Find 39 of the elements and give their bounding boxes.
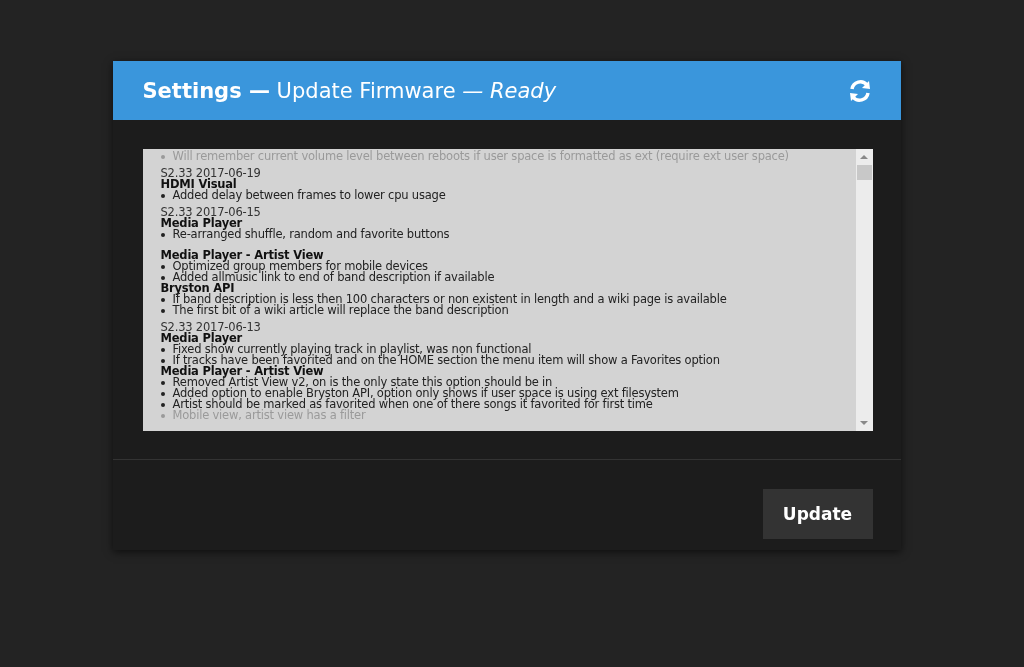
update-button[interactable]: Update [762, 489, 873, 539]
changelog-item: Added delay between frames to lower cpu usage [172, 190, 446, 201]
dialog-title: Settings — Update Firmware — Ready [142, 78, 557, 103]
section-heading: Media Player - Artist View [160, 366, 324, 377]
changelog-item: Mobile view, artist view has a filter [172, 410, 366, 421]
bullet-icon [160, 414, 165, 418]
bullet-icon [160, 348, 165, 352]
section-heading: Media Player [160, 218, 243, 229]
bullet-icon [160, 194, 165, 198]
version-date: S2.33 2017-06-19 [160, 168, 262, 179]
bullet-icon [160, 403, 165, 407]
changelog-item: Re-arranged shuffle, random and favorite buttons [172, 229, 450, 240]
bullet-icon [160, 359, 165, 363]
changelog-item: Added option to enable Bryston API, option only shows if user space is using ext filesystem [172, 388, 679, 399]
section-heading: Bryston API [160, 283, 235, 294]
changelog-item: Will remember current volume level between reboots if user space is formatted as ext (require ext user space) [172, 151, 789, 162]
changelog-item: If band description is less then 100 characters or non existent in length and a wiki page is available [172, 294, 727, 305]
changelog-item: Artist should be marked as favorited when one of there songs it favorited for first time [172, 399, 653, 410]
bullet-icon [160, 276, 165, 280]
bullet-icon [160, 309, 165, 313]
scrollbar[interactable] [855, 149, 873, 431]
section-heading: HDMI Visual [160, 179, 237, 190]
section-heading: Media Player [160, 333, 243, 344]
changelog-box[interactable] [142, 149, 873, 431]
changelog-item: Added allmusic link to end of band description if available [172, 272, 495, 283]
bullet-icon [160, 392, 165, 396]
changelog-item: The first bit of a wiki article will replace the band description [172, 305, 509, 316]
bullet-icon [160, 155, 165, 159]
bullet-icon [160, 298, 165, 302]
version-date: S2.33 2017-06-13 [160, 322, 262, 333]
bullet-icon [160, 265, 165, 269]
changelog-item: If tracks have been favorited and on the HOME section the menu item will show a Favorites option [172, 355, 720, 366]
section-heading: Media Player - Artist View [160, 250, 325, 261]
changelog-item: Optimized group members for mobile devices [172, 261, 428, 272]
changelog-item: Removed Artist View v2, on is the only state this option should be in [172, 377, 553, 388]
changelog-item: Fixed show currently playing track in playlist, was non functional [172, 344, 532, 355]
bullet-icon [160, 233, 165, 237]
version-date: S2.33 2017-06-15 [160, 207, 262, 218]
bullet-icon [160, 381, 165, 385]
